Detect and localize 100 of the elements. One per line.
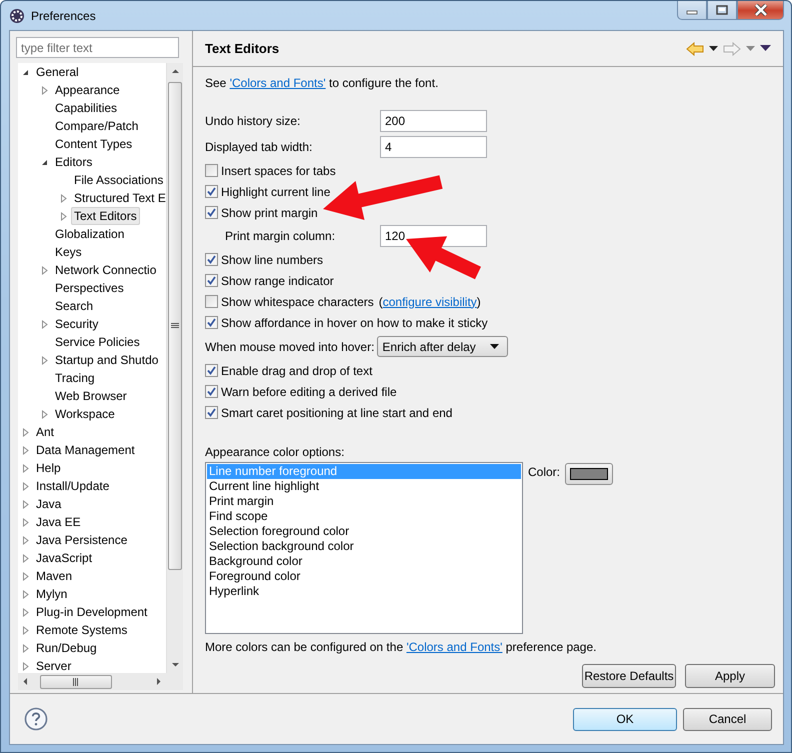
tree-item[interactable]: Tracing — [52, 369, 98, 387]
text-field[interactable]: 200 — [380, 110, 487, 132]
list-item[interactable]: Selection background color — [207, 539, 521, 554]
expand-arrow-icon[interactable] — [21, 554, 30, 562]
minimize-button[interactable] — [677, 1, 707, 20]
tree-item[interactable]: Plug-in Development — [33, 603, 150, 621]
checkbox[interactable] — [205, 364, 218, 377]
tree-item[interactable]: Perspectives — [52, 279, 127, 297]
tree-item[interactable]: Startup and Shutdo — [52, 351, 162, 369]
expand-arrow-icon[interactable] — [21, 608, 30, 616]
restore-defaults-button[interactable]: Restore Defaults — [582, 664, 676, 688]
tree-item[interactable]: Keys — [52, 243, 85, 261]
tree-item[interactable]: Help — [33, 459, 64, 477]
dialog-button[interactable]: Cancel — [683, 708, 772, 730]
filter-field[interactable]: type filter text — [16, 37, 179, 58]
expand-arrow-icon[interactable] — [21, 662, 30, 670]
tree-item[interactable]: Java Persistence — [33, 531, 130, 549]
scroll-left-arrow-icon — [23, 677, 28, 686]
vertical-scrollbar[interactable] — [166, 63, 183, 673]
expand-arrow-icon[interactable] — [21, 590, 30, 598]
list-item[interactable]: Selection foreground color — [207, 524, 521, 539]
checkbox[interactable] — [205, 164, 218, 177]
list-item[interactable]: Background color — [207, 554, 521, 569]
collapse-arrow-icon[interactable] — [40, 158, 49, 166]
list-item[interactable]: Foreground color — [207, 569, 521, 584]
tree-item[interactable]: Workspace — [52, 405, 118, 423]
tree-item[interactable]: File Associations — [71, 171, 166, 189]
expand-arrow-icon[interactable] — [40, 266, 49, 274]
checkbox[interactable] — [205, 316, 218, 329]
tree-item[interactable]: Globalization — [52, 225, 128, 243]
expand-arrow-icon[interactable] — [21, 464, 30, 472]
tree-item[interactable]: Structured Text E — [71, 189, 166, 207]
expand-arrow-icon[interactable] — [21, 500, 30, 508]
tree-item[interactable]: Ant — [33, 423, 58, 441]
tree-item[interactable]: Content Types — [52, 135, 136, 153]
checkbox-label: Warn before editing a derived file — [221, 384, 397, 398]
tree-item[interactable]: Capabilities — [52, 99, 120, 117]
tree-item[interactable]: Search — [52, 297, 96, 315]
tree-item[interactable]: Network Connectio — [52, 261, 160, 279]
tree-item[interactable]: Remote Systems — [33, 621, 130, 639]
text-field[interactable]: 4 — [380, 136, 487, 158]
colors-and-fonts-link[interactable]: 'Colors and Fonts' — [230, 76, 326, 90]
expand-arrow-icon[interactable] — [21, 446, 30, 454]
forward-arrow-icon[interactable] — [723, 42, 741, 56]
expand-arrow-icon[interactable] — [21, 428, 30, 436]
tree-item[interactable]: Text Editors — [71, 207, 140, 225]
expand-arrow-icon[interactable] — [21, 644, 30, 652]
checkbox[interactable] — [205, 185, 218, 198]
tree-item[interactable]: Service Policies — [52, 333, 143, 351]
tree-item[interactable]: Run/Debug — [33, 639, 100, 657]
color-options-list[interactable]: Line number foreground Current line highlight Print margin Find scope Selection foreground color Selection background color Background color Foreground color Hyperlink — [205, 462, 523, 634]
expand-arrow-icon[interactable] — [21, 518, 30, 526]
expand-arrow-icon[interactable] — [21, 626, 30, 634]
tree-item[interactable]: Mylyn — [33, 585, 70, 603]
tree-item[interactable]: Maven — [33, 567, 76, 585]
expand-arrow-icon[interactable] — [21, 572, 30, 580]
maximize-button[interactable] — [707, 1, 737, 20]
checkbox[interactable] — [205, 206, 218, 219]
tree-item[interactable]: Java — [33, 495, 64, 513]
checkbox[interactable] — [205, 385, 218, 398]
checkbox[interactable] — [205, 274, 218, 287]
list-item[interactable]: Hyperlink — [207, 584, 521, 599]
expand-arrow-icon[interactable] — [59, 194, 68, 202]
color-button[interactable] — [565, 463, 614, 485]
checkbox[interactable] — [205, 253, 218, 266]
expand-arrow-icon[interactable] — [21, 482, 30, 490]
configure-visibility-link[interactable]: configure visibility — [382, 294, 477, 308]
list-item[interactable]: Find scope — [207, 509, 521, 524]
checkbox[interactable] — [205, 295, 218, 308]
close-button[interactable] — [737, 1, 784, 20]
apply-button[interactable]: Apply — [685, 664, 775, 688]
collapse-arrow-icon[interactable] — [21, 68, 30, 76]
view-menu-icon[interactable] — [760, 45, 771, 52]
back-arrow-icon[interactable] — [686, 42, 704, 56]
description-text: (configure visibility) — [378, 294, 481, 308]
dropdown-caret-icon[interactable] — [709, 46, 718, 52]
expand-arrow-icon[interactable] — [40, 86, 49, 94]
list-item[interactable]: Current line highlight — [207, 479, 521, 494]
expand-arrow-icon[interactable] — [40, 410, 49, 418]
tree-item[interactable]: Appearance — [52, 81, 123, 99]
tree-item[interactable]: Java EE — [33, 513, 84, 531]
tree-item[interactable]: Data Management — [33, 441, 138, 459]
expand-arrow-icon[interactable] — [21, 536, 30, 544]
tree-item[interactable]: Security — [52, 315, 102, 333]
tree-item[interactable]: JavaScript — [33, 549, 96, 567]
tree-item[interactable]: Web Browser — [52, 387, 130, 405]
horizontal-scrollbar[interactable] — [18, 673, 166, 690]
colors-and-fonts-link[interactable]: 'Colors and Fonts' — [406, 640, 502, 654]
tree-item[interactable]: Compare/Patch — [52, 117, 142, 135]
hover-mode-dropdown[interactable]: Enrich after delay — [377, 336, 508, 357]
tree-item[interactable]: General — [33, 63, 82, 81]
list-item[interactable]: Print margin — [207, 494, 521, 509]
tree-item[interactable]: Editors — [52, 153, 96, 171]
checkbox[interactable] — [205, 406, 218, 419]
expand-arrow-icon[interactable] — [59, 212, 68, 220]
tree-item[interactable]: Install/Update — [33, 477, 112, 495]
tree-item[interactable]: Server — [33, 657, 74, 673]
expand-arrow-icon[interactable] — [40, 320, 49, 328]
expand-arrow-icon[interactable] — [40, 356, 49, 364]
dialog-button[interactable]: OK — [573, 708, 677, 730]
